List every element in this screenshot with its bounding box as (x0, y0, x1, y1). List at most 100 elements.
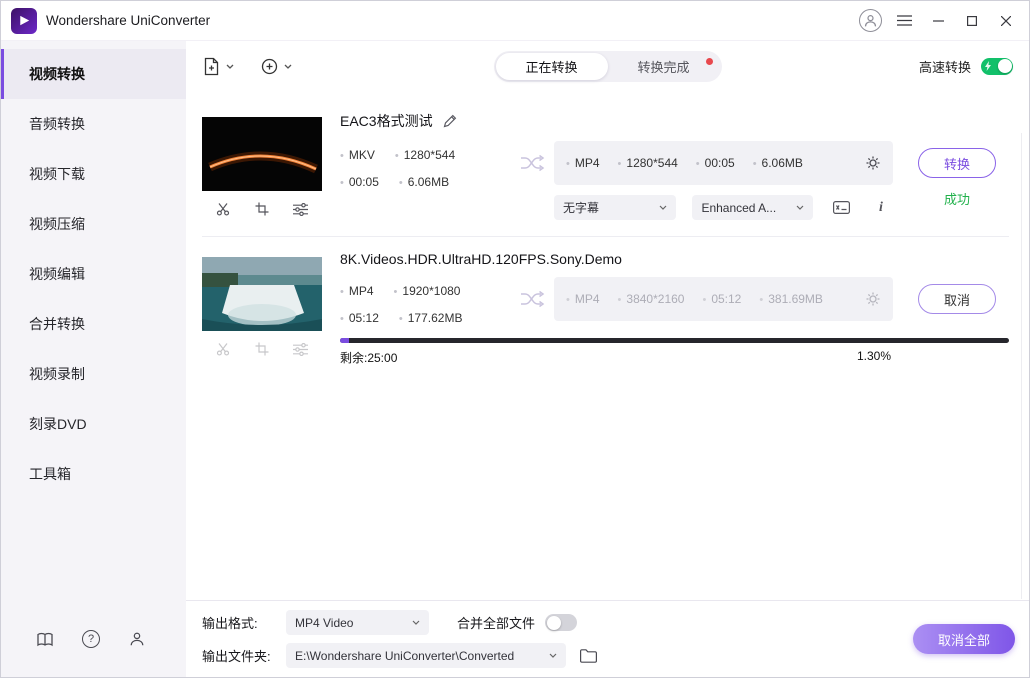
convert-direction (510, 277, 554, 308)
task1-status: 成功 (944, 189, 970, 208)
output-settings-bar: 输出格式: MP4 Video 合并全部文件 输出文件夹: (186, 600, 1029, 677)
settings-gear-icon[interactable] (865, 291, 881, 307)
user-avatar-icon (859, 9, 882, 32)
scrollbar-track (1021, 133, 1022, 599)
output-resolution: 3840*2160 (618, 292, 685, 306)
chevron-down-icon (412, 620, 420, 625)
sidebar-item-toolbox[interactable]: 工具箱 (1, 449, 186, 499)
info-icon: i (879, 200, 883, 216)
open-folder-button[interactable] (580, 649, 597, 663)
close-icon (1001, 16, 1011, 26)
account-button[interactable] (853, 6, 887, 36)
cancel-button[interactable]: 取消 (918, 284, 996, 314)
shuffle-icon (519, 154, 545, 172)
progress-bar (340, 338, 1009, 343)
scissors-icon (216, 342, 230, 356)
subtitle-edit-button[interactable] (829, 197, 853, 219)
rename-button[interactable] (443, 114, 457, 128)
task1-thumb-col (202, 117, 322, 222)
sidebar-item-video-download[interactable]: 视频下载 (1, 149, 186, 199)
add-from-device-button[interactable] (260, 57, 292, 76)
add-files-button[interactable] (202, 57, 234, 76)
tab-finished[interactable]: 转换完成 (608, 53, 720, 80)
device-capture-icon (260, 57, 279, 76)
task-row-2: 8K.Videos.HDR.UltraHD.120FPS.Sony.Demo M… (202, 236, 1009, 380)
convert-button[interactable]: 转换 (918, 148, 996, 178)
subtitle-select[interactable]: 无字幕 (554, 195, 676, 220)
sidebar-item-label: 视频编辑 (29, 264, 85, 284)
sidebar-item-burn-dvd[interactable]: 刻录DVD (1, 399, 186, 449)
task1-output-settings: MP4 1280*544 00:05 6.06MB (554, 141, 893, 185)
help-button[interactable]: ? (81, 629, 101, 649)
sidebar-item-merge-convert[interactable]: 合并转换 (1, 299, 186, 349)
question-icon: ? (82, 630, 100, 648)
book-icon (36, 632, 54, 647)
menu-button[interactable] (887, 6, 921, 36)
sidebar-item-video-edit[interactable]: 视频编辑 (1, 249, 186, 299)
audio-track-select[interactable]: Enhanced A... (692, 195, 813, 220)
maximize-icon (967, 16, 977, 26)
source-size: 6.06MB (399, 175, 449, 189)
tab-label: 正在转换 (525, 57, 577, 76)
task1-options: 无字幕 Enhanced A... (554, 195, 893, 220)
hamburger-icon (897, 15, 912, 26)
output-size: 381.69MB (759, 292, 823, 306)
lightning-icon (985, 61, 991, 71)
task1-details: EAC3格式测试 MKV 1280*544 (340, 109, 1009, 222)
output-format-select[interactable]: MP4 Video (286, 610, 429, 635)
sidebar-item-audio-convert[interactable]: 音频转换 (1, 99, 186, 149)
task2-details: 8K.Videos.HDR.UltraHD.120FPS.Sony.Demo M… (340, 249, 1009, 366)
source-duration: 00:05 (340, 175, 379, 189)
output-format: MP4 (566, 156, 600, 170)
settings-gear-icon[interactable] (865, 155, 881, 171)
community-button[interactable] (127, 629, 147, 649)
output-resolution: 1280*544 (618, 156, 678, 170)
merge-all-label: 合并全部文件 (457, 613, 535, 632)
crop-button[interactable] (255, 342, 269, 356)
merge-group: 合并全部文件 (457, 613, 577, 632)
task2-actions: 取消 (905, 277, 1009, 314)
maximize-button[interactable] (955, 6, 989, 36)
shuffle-icon (519, 290, 545, 308)
minimize-button[interactable] (921, 6, 955, 36)
crop-button[interactable] (255, 202, 269, 216)
person-icon (129, 631, 145, 647)
task1-source-info: MKV 1280*544 00:05 6.06MB (340, 141, 510, 189)
chevron-down-icon (549, 653, 557, 658)
sidebar-item-label: 刻录DVD (29, 414, 87, 434)
task2-source-info: MP4 1920*1080 05:12 177.62MB (340, 277, 510, 325)
user-guide-button[interactable] (35, 629, 55, 649)
chevron-down-icon (284, 64, 292, 69)
effects-button[interactable] (293, 203, 308, 216)
toggle-knob (547, 616, 561, 630)
chevron-down-icon (796, 205, 804, 210)
task1-thumbnail[interactable] (202, 117, 322, 191)
source-resolution: 1920*1080 (394, 284, 461, 298)
sidebar-item-screen-record[interactable]: 视频录制 (1, 349, 186, 399)
subtitle-box-icon (833, 201, 850, 214)
effects-button[interactable] (293, 343, 308, 356)
source-resolution: 1280*544 (395, 148, 455, 162)
time-remaining: 剩余:25:00 (340, 349, 397, 366)
edit-pencil-icon (443, 114, 457, 128)
tab-converting[interactable]: 正在转换 (496, 53, 608, 80)
merge-all-toggle[interactable] (545, 614, 577, 631)
high-speed-toggle[interactable] (981, 58, 1013, 75)
close-button[interactable] (989, 6, 1023, 36)
chevron-down-icon (226, 64, 234, 69)
convert-direction (510, 141, 554, 172)
output-duration: 05:12 (702, 292, 741, 306)
progress-fill (340, 338, 349, 343)
task2-thumbnail[interactable] (202, 257, 322, 331)
trim-button[interactable] (216, 202, 230, 216)
cancel-all-button[interactable]: 取消全部 (913, 624, 1015, 654)
output-folder-select[interactable]: E:\Wondershare UniConverter\Converted (286, 643, 566, 668)
app-logo-icon (11, 8, 37, 34)
task2-title: 8K.Videos.HDR.UltraHD.120FPS.Sony.Demo (340, 251, 622, 267)
source-size: 177.62MB (399, 311, 463, 325)
info-button[interactable]: i (869, 197, 893, 219)
sidebar-item-video-compress[interactable]: 视频压缩 (1, 199, 186, 249)
output-format-label: 输出格式: (202, 613, 286, 632)
trim-button[interactable] (216, 342, 230, 356)
sidebar-item-video-convert[interactable]: 视频转换 (1, 49, 186, 99)
